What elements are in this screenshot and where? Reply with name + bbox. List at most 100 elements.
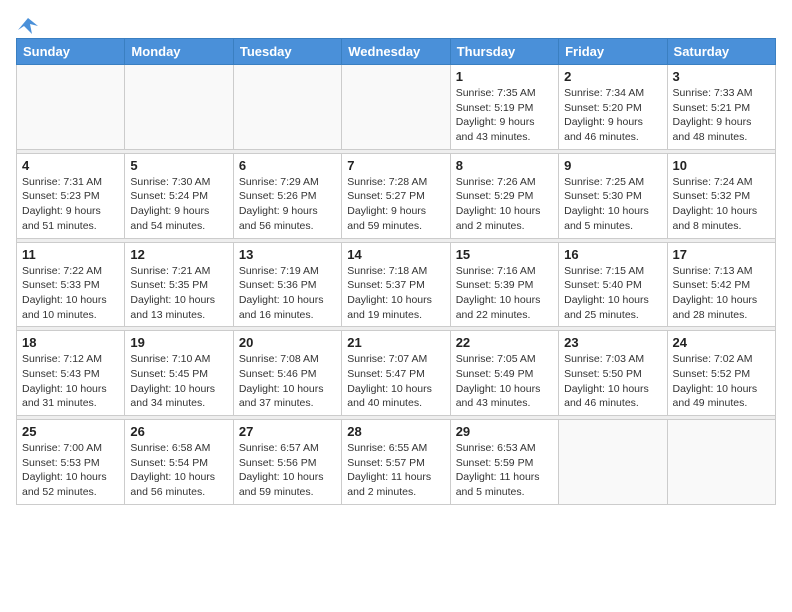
day-info: Sunrise: 7:35 AM Sunset: 5:19 PM Dayligh…	[456, 86, 553, 145]
day-number: 2	[564, 69, 661, 84]
calendar-cell	[342, 65, 450, 150]
calendar-cell	[559, 420, 667, 505]
calendar-table: SundayMondayTuesdayWednesdayThursdayFrid…	[16, 38, 776, 505]
calendar-week-row: 1Sunrise: 7:35 AM Sunset: 5:19 PM Daylig…	[17, 65, 776, 150]
day-info: Sunrise: 7:21 AM Sunset: 5:35 PM Dayligh…	[130, 264, 227, 323]
day-info: Sunrise: 7:10 AM Sunset: 5:45 PM Dayligh…	[130, 352, 227, 411]
calendar-cell: 8 Sunrise: 7:26 AM Sunset: 5:29 PM Daylig…	[450, 153, 558, 238]
day-info: Sunrise: 7:26 AM Sunset: 5:29 PM Dayligh…	[456, 175, 553, 234]
day-info: Sunrise: 7:08 AM Sunset: 5:46 PM Dayligh…	[239, 352, 336, 411]
day-info: Sunrise: 7:25 AM Sunset: 5:30 PM Dayligh…	[564, 175, 661, 234]
logo	[16, 16, 38, 30]
day-info: Sunrise: 7:03 AM Sunset: 5:50 PM Dayligh…	[564, 352, 661, 411]
day-info: Sunrise: 7:13 AM Sunset: 5:42 PM Dayligh…	[673, 264, 770, 323]
day-number: 27	[239, 424, 336, 439]
day-number: 3	[673, 69, 770, 84]
calendar-cell: 9 Sunrise: 7:25 AM Sunset: 5:30 PM Daylig…	[559, 153, 667, 238]
day-info: Sunrise: 6:58 AM Sunset: 5:54 PM Dayligh…	[130, 441, 227, 500]
day-number: 24	[673, 335, 770, 350]
day-info: Sunrise: 7:15 AM Sunset: 5:40 PM Dayligh…	[564, 264, 661, 323]
day-number: 8	[456, 158, 553, 173]
day-number: 19	[130, 335, 227, 350]
day-info: Sunrise: 7:33 AM Sunset: 5:21 PM Dayligh…	[673, 86, 770, 145]
calendar-cell	[233, 65, 341, 150]
day-info: Sunrise: 7:31 AM Sunset: 5:23 PM Dayligh…	[22, 175, 119, 234]
calendar-cell	[125, 65, 233, 150]
weekday-header: Wednesday	[342, 39, 450, 65]
calendar-week-row: 25 Sunrise: 7:00 AM Sunset: 5:53 PM Dayli…	[17, 420, 776, 505]
weekday-header-row: SundayMondayTuesdayWednesdayThursdayFrid…	[17, 39, 776, 65]
weekday-header: Thursday	[450, 39, 558, 65]
calendar-cell: 14 Sunrise: 7:18 AM Sunset: 5:37 PM Dayli…	[342, 242, 450, 327]
day-info: Sunrise: 7:30 AM Sunset: 5:24 PM Dayligh…	[130, 175, 227, 234]
day-info: Sunrise: 7:02 AM Sunset: 5:52 PM Dayligh…	[673, 352, 770, 411]
day-number: 25	[22, 424, 119, 439]
day-info: Sunrise: 7:24 AM Sunset: 5:32 PM Dayligh…	[673, 175, 770, 234]
calendar-cell: 25 Sunrise: 7:00 AM Sunset: 5:53 PM Dayli…	[17, 420, 125, 505]
day-number: 21	[347, 335, 444, 350]
day-info: Sunrise: 7:22 AM Sunset: 5:33 PM Dayligh…	[22, 264, 119, 323]
day-number: 20	[239, 335, 336, 350]
calendar-cell: 20 Sunrise: 7:08 AM Sunset: 5:46 PM Dayli…	[233, 331, 341, 416]
weekday-header: Friday	[559, 39, 667, 65]
calendar-week-row: 11 Sunrise: 7:22 AM Sunset: 5:33 PM Dayli…	[17, 242, 776, 327]
calendar-cell: 16 Sunrise: 7:15 AM Sunset: 5:40 PM Dayli…	[559, 242, 667, 327]
day-info: Sunrise: 7:16 AM Sunset: 5:39 PM Dayligh…	[456, 264, 553, 323]
day-info: Sunrise: 7:00 AM Sunset: 5:53 PM Dayligh…	[22, 441, 119, 500]
day-number: 28	[347, 424, 444, 439]
day-info: Sunrise: 7:12 AM Sunset: 5:43 PM Dayligh…	[22, 352, 119, 411]
day-info: Sunrise: 7:19 AM Sunset: 5:36 PM Dayligh…	[239, 264, 336, 323]
calendar-cell: 12 Sunrise: 7:21 AM Sunset: 5:35 PM Dayli…	[125, 242, 233, 327]
calendar-cell: 19 Sunrise: 7:10 AM Sunset: 5:45 PM Dayli…	[125, 331, 233, 416]
day-info: Sunrise: 7:18 AM Sunset: 5:37 PM Dayligh…	[347, 264, 444, 323]
calendar-cell: 3 Sunrise: 7:33 AM Sunset: 5:21 PM Daylig…	[667, 65, 775, 150]
day-number: 14	[347, 247, 444, 262]
day-number: 26	[130, 424, 227, 439]
weekday-header: Monday	[125, 39, 233, 65]
calendar-cell: 1Sunrise: 7:35 AM Sunset: 5:19 PM Daylig…	[450, 65, 558, 150]
calendar-cell: 13 Sunrise: 7:19 AM Sunset: 5:36 PM Dayli…	[233, 242, 341, 327]
day-number: 10	[673, 158, 770, 173]
calendar-cell: 4Sunrise: 7:31 AM Sunset: 5:23 PM Daylig…	[17, 153, 125, 238]
calendar-cell: 18 Sunrise: 7:12 AM Sunset: 5:43 PM Dayli…	[17, 331, 125, 416]
day-info: Sunrise: 6:57 AM Sunset: 5:56 PM Dayligh…	[239, 441, 336, 500]
calendar-cell: 7 Sunrise: 7:28 AM Sunset: 5:27 PM Daylig…	[342, 153, 450, 238]
day-info: Sunrise: 6:53 AM Sunset: 5:59 PM Dayligh…	[456, 441, 553, 500]
calendar-cell: 26 Sunrise: 6:58 AM Sunset: 5:54 PM Dayli…	[125, 420, 233, 505]
calendar-week-row: 4Sunrise: 7:31 AM Sunset: 5:23 PM Daylig…	[17, 153, 776, 238]
day-number: 7	[347, 158, 444, 173]
calendar-cell: 24 Sunrise: 7:02 AM Sunset: 5:52 PM Dayli…	[667, 331, 775, 416]
calendar-cell: 2 Sunrise: 7:34 AM Sunset: 5:20 PM Daylig…	[559, 65, 667, 150]
day-number: 22	[456, 335, 553, 350]
calendar-cell: 6Sunrise: 7:29 AM Sunset: 5:26 PM Daylig…	[233, 153, 341, 238]
day-number: 18	[22, 335, 119, 350]
page-header	[16, 16, 776, 30]
weekday-header: Tuesday	[233, 39, 341, 65]
calendar-cell: 29Sunrise: 6:53 AM Sunset: 5:59 PM Dayli…	[450, 420, 558, 505]
calendar-cell: 17 Sunrise: 7:13 AM Sunset: 5:42 PM Dayli…	[667, 242, 775, 327]
day-number: 16	[564, 247, 661, 262]
calendar-cell: 28Sunrise: 6:55 AM Sunset: 5:57 PM Dayli…	[342, 420, 450, 505]
day-number: 17	[673, 247, 770, 262]
day-info: Sunrise: 7:07 AM Sunset: 5:47 PM Dayligh…	[347, 352, 444, 411]
day-number: 12	[130, 247, 227, 262]
calendar-cell: 11 Sunrise: 7:22 AM Sunset: 5:33 PM Dayli…	[17, 242, 125, 327]
day-info: Sunrise: 7:28 AM Sunset: 5:27 PM Dayligh…	[347, 175, 444, 234]
calendar-week-row: 18 Sunrise: 7:12 AM Sunset: 5:43 PM Dayli…	[17, 331, 776, 416]
day-number: 5	[130, 158, 227, 173]
day-number: 9	[564, 158, 661, 173]
day-info: Sunrise: 7:34 AM Sunset: 5:20 PM Dayligh…	[564, 86, 661, 145]
day-number: 13	[239, 247, 336, 262]
calendar-cell: 27 Sunrise: 6:57 AM Sunset: 5:56 PM Dayli…	[233, 420, 341, 505]
logo-bird-icon	[18, 16, 38, 34]
weekday-header: Sunday	[17, 39, 125, 65]
day-info: Sunrise: 7:05 AM Sunset: 5:49 PM Dayligh…	[456, 352, 553, 411]
day-info: Sunrise: 7:29 AM Sunset: 5:26 PM Dayligh…	[239, 175, 336, 234]
calendar-cell	[667, 420, 775, 505]
calendar-cell: 23Sunrise: 7:03 AM Sunset: 5:50 PM Dayli…	[559, 331, 667, 416]
calendar-cell	[17, 65, 125, 150]
day-number: 11	[22, 247, 119, 262]
calendar-cell: 15Sunrise: 7:16 AM Sunset: 5:39 PM Dayli…	[450, 242, 558, 327]
calendar-cell: 21 Sunrise: 7:07 AM Sunset: 5:47 PM Dayli…	[342, 331, 450, 416]
calendar-cell: 22 Sunrise: 7:05 AM Sunset: 5:49 PM Dayli…	[450, 331, 558, 416]
